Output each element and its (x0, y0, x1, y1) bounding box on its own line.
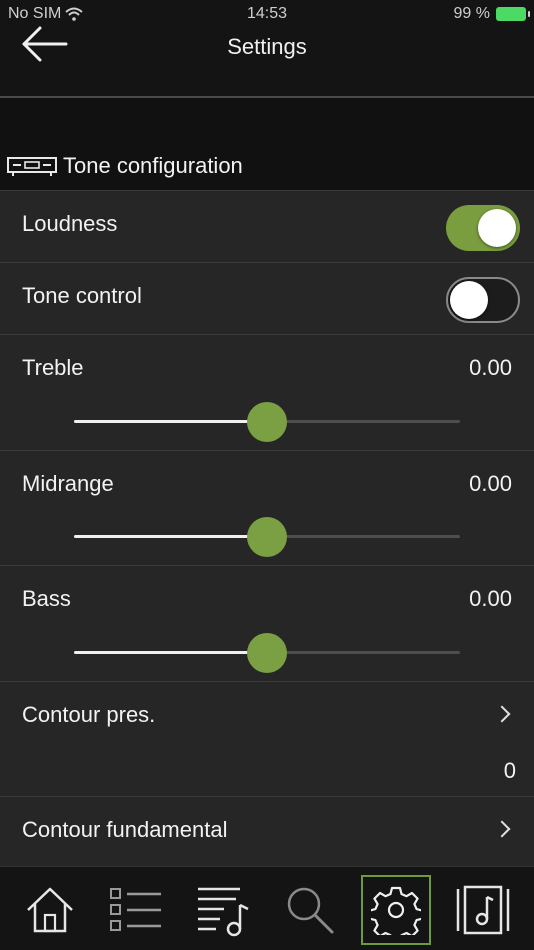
tab-bar (0, 866, 534, 950)
status-bar: No SIM 14:53 99 % (0, 0, 534, 30)
settings-list: Loudness Tone control Treble 0.00 Midran… (0, 190, 534, 866)
tone-control-label: Tone control (22, 283, 142, 308)
midrange-label: Midrange (22, 471, 114, 496)
slider-fill (74, 651, 267, 654)
tab-browse[interactable] (101, 875, 171, 945)
treble-row: Treble 0.00 (0, 334, 534, 450)
music-library-icon (456, 885, 510, 935)
midrange-value: 0.00 (469, 471, 512, 496)
toggle-knob (478, 209, 516, 247)
contour-pres-value: 0 (503, 758, 516, 783)
loudness-label: Loudness (22, 211, 118, 236)
home-icon (27, 887, 73, 933)
contour-pres-label: Contour pres. (22, 702, 156, 727)
slider-thumb[interactable] (247, 402, 287, 442)
tab-queue[interactable] (188, 875, 258, 945)
tone-control-row: Tone control (0, 262, 534, 334)
battery-icon (496, 7, 530, 21)
midrange-row: Midrange 0.00 (0, 450, 534, 565)
search-icon (287, 887, 334, 934)
list-icon (110, 888, 161, 931)
midrange-slider[interactable] (74, 516, 460, 557)
page-title: Settings (227, 34, 307, 59)
tab-search[interactable] (275, 875, 345, 945)
amplifier-icon (7, 157, 57, 182)
treble-label: Treble (22, 355, 84, 380)
bass-row: Bass 0.00 (0, 565, 534, 681)
tab-library[interactable] (448, 875, 518, 945)
chevron-right-icon (493, 705, 511, 723)
tone-control-toggle[interactable] (446, 277, 520, 323)
loudness-row: Loudness (0, 190, 534, 262)
contour-fundamental-row[interactable]: Contour fundamental (0, 796, 534, 866)
status-battery-group: 99 % (453, 5, 530, 23)
contour-fundamental-label: Contour fundamental (22, 817, 228, 842)
section-title: Tone configuration (63, 153, 243, 178)
treble-value: 0.00 (469, 355, 512, 380)
playlist-icon (198, 887, 249, 937)
battery-percent: 99 % (453, 5, 490, 22)
slider-fill (74, 535, 267, 538)
tab-settings[interactable] (361, 875, 431, 945)
bass-value: 0.00 (469, 586, 512, 611)
gear-icon (371, 886, 421, 935)
bass-slider[interactable] (74, 632, 460, 673)
toggle-knob (450, 281, 488, 319)
treble-slider[interactable] (74, 401, 460, 442)
tab-home[interactable] (15, 875, 85, 945)
chevron-right-icon (493, 820, 511, 838)
contour-pres-row[interactable]: Contour pres. 0 (0, 681, 534, 796)
loudness-toggle[interactable] (446, 205, 520, 251)
slider-thumb[interactable] (247, 517, 287, 557)
slider-fill (74, 420, 267, 423)
bass-label: Bass (22, 586, 71, 611)
slider-thumb[interactable] (247, 633, 287, 673)
